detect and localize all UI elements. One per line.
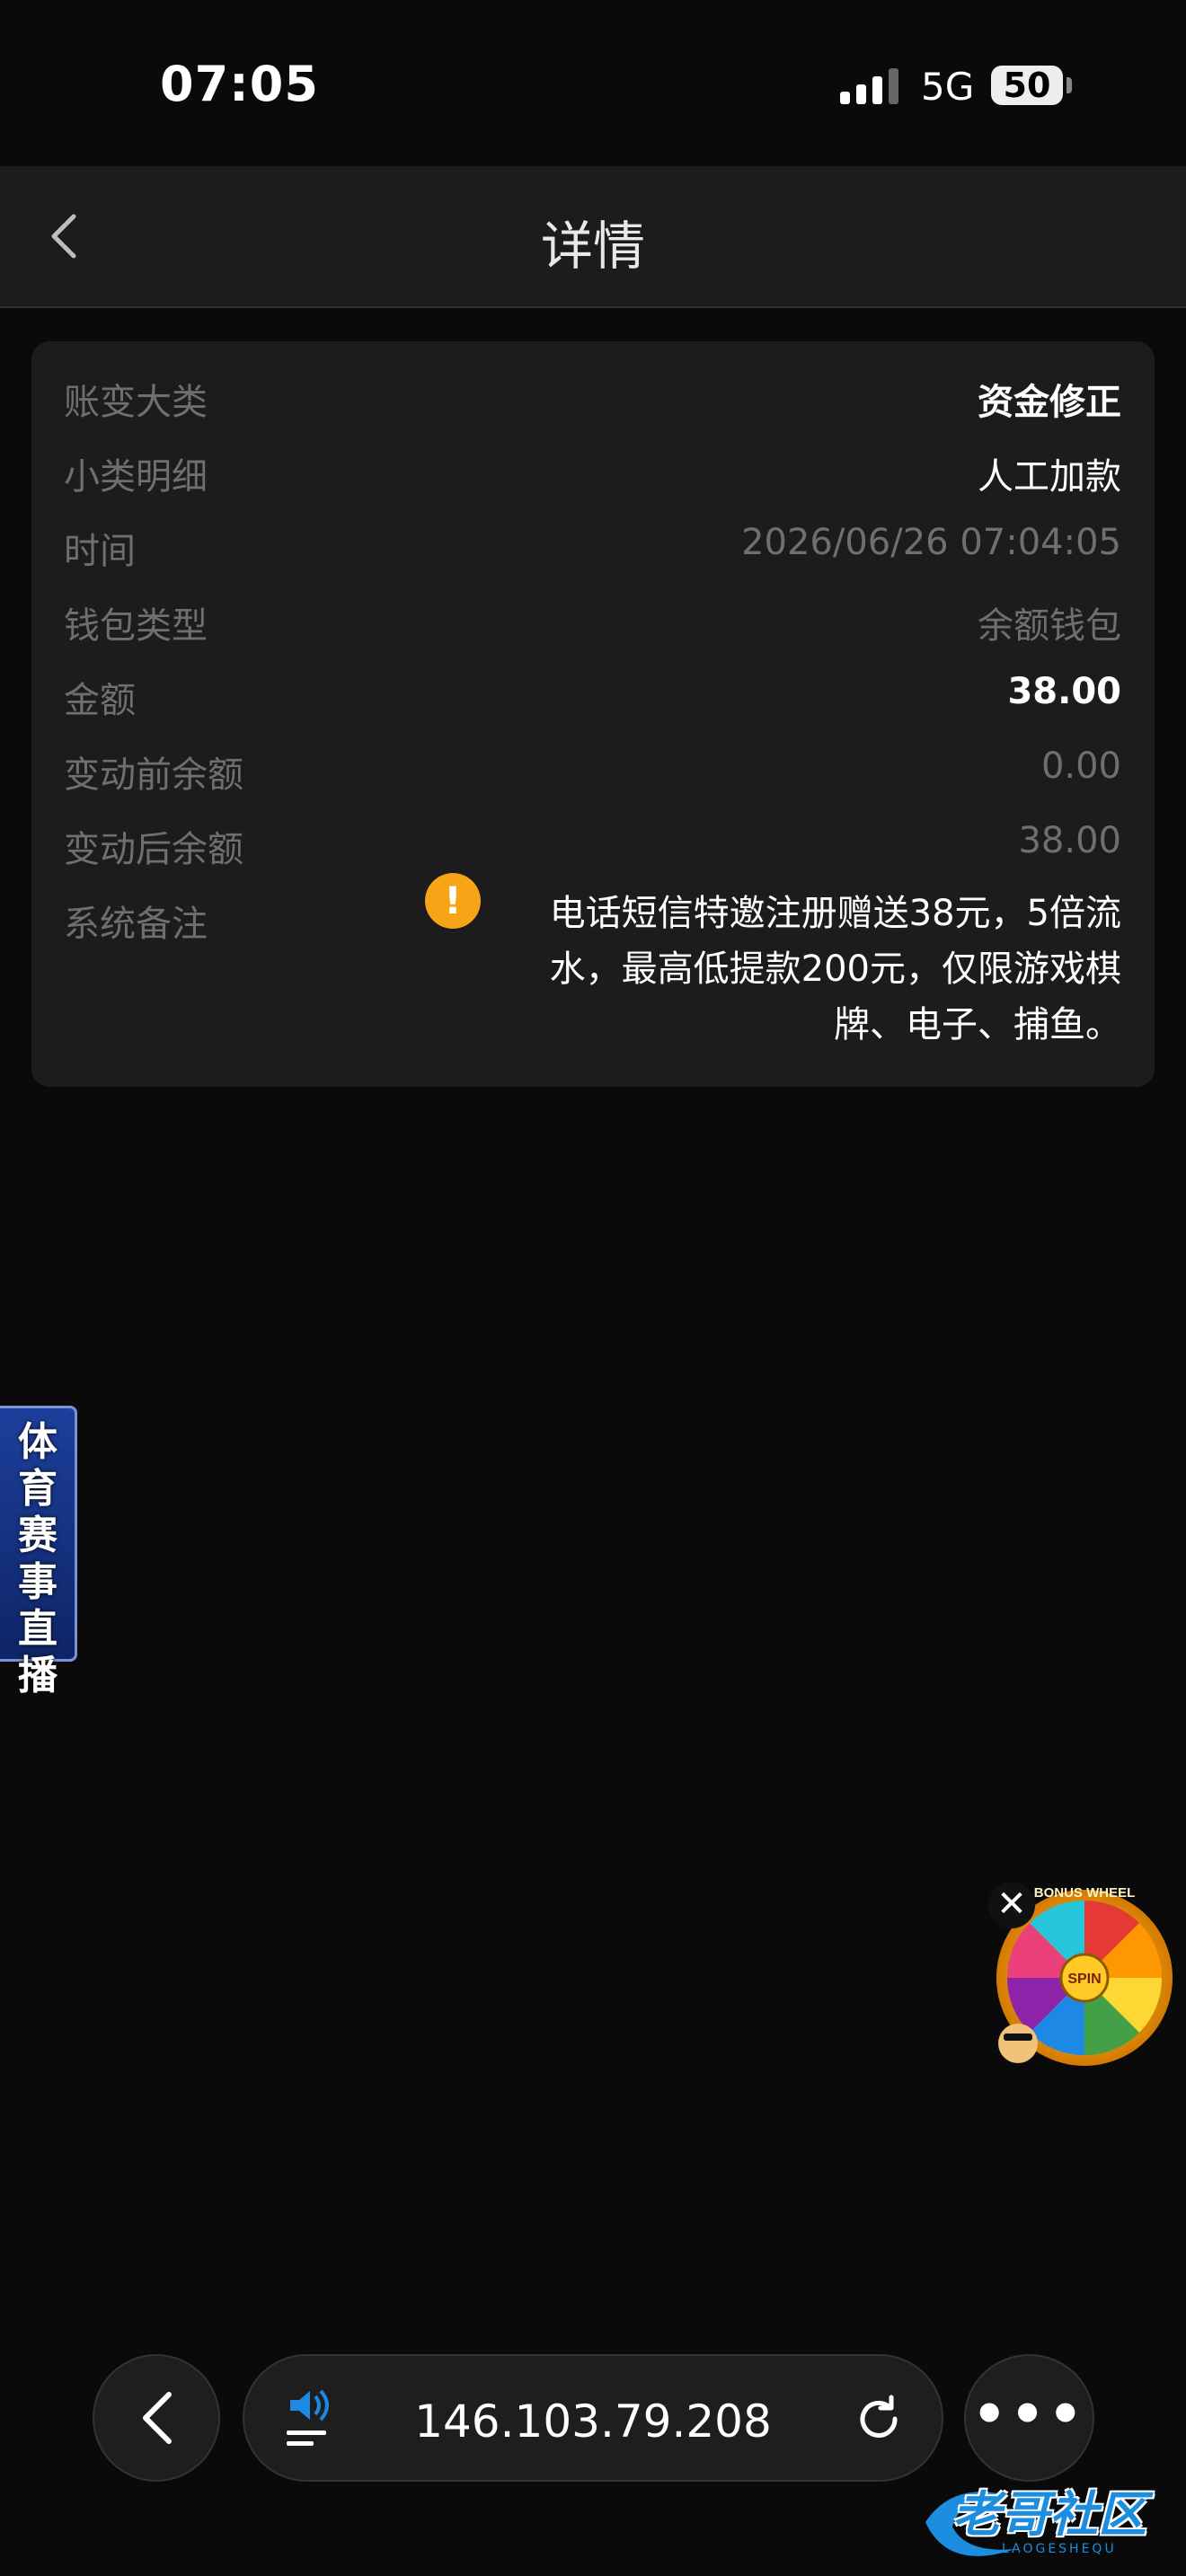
- battery-icon: 50: [991, 66, 1063, 105]
- row-balance-after: 变动后余额 38.00: [64, 820, 1121, 874]
- row-value: 38.00: [1018, 820, 1121, 861]
- watermark-subtext: LAOGESHEQU: [1002, 2542, 1117, 2556]
- signal-icon: [840, 68, 898, 104]
- row-label: 时间: [64, 531, 136, 572]
- status-time: 07:05: [160, 56, 319, 112]
- row-label: 变动前余额: [64, 754, 243, 796]
- more-button[interactable]: •••: [964, 2354, 1094, 2482]
- row-label: 变动后余额: [64, 829, 243, 870]
- status-bar: 07:05 5G 50: [0, 0, 1186, 166]
- row-wallet: 钱包类型 余额钱包: [64, 596, 1121, 650]
- row-label: 系统备注: [64, 904, 208, 945]
- watermark-text: 老哥社区: [952, 2486, 1146, 2543]
- row-value: 38.00: [1007, 671, 1121, 712]
- address-bar[interactable]: 146.103.79.208: [243, 2354, 943, 2482]
- back-chevron-icon: [143, 2392, 172, 2444]
- row-system-note: 系统备注 ! 电话短信特邀注册赠送38元，5倍流 水，最高低提款200元，仅限游…: [64, 873, 1121, 1074]
- more-icon: •••: [971, 2383, 1087, 2446]
- row-value: 2026/06/26 07:04:05: [741, 522, 1121, 563]
- note-line: 电话短信特邀注册赠送38元，5倍流: [549, 893, 1121, 934]
- system-note-text: 电话短信特邀注册赠送38元，5倍流 水，最高低提款200元，仅限游戏棋 牌、电子…: [528, 886, 1121, 1053]
- row-value: 资金修正: [978, 382, 1121, 423]
- sports-banner-text: 体育赛事直播: [18, 1419, 58, 1698]
- wheel-top-label: BONUS WHEEL: [1034, 1885, 1136, 1901]
- row-amount: 金额 38.00: [64, 671, 1121, 725]
- row-balance-before: 变动前余额 0.00: [64, 745, 1121, 799]
- wheel-center-label: SPIN: [1067, 1972, 1101, 1987]
- row-time: 时间 2026/06/26 07:04:05: [64, 522, 1121, 576]
- battery-tip: [1067, 77, 1072, 93]
- row-label: 小类明细: [64, 456, 208, 498]
- warning-icon[interactable]: !: [425, 873, 481, 929]
- row-value: 余额钱包: [978, 605, 1121, 647]
- network-type: 5G: [921, 65, 975, 109]
- close-icon[interactable]: ✕: [988, 1882, 1035, 1928]
- row-label: 钱包类型: [64, 605, 208, 647]
- row-label: 金额: [64, 680, 136, 721]
- note-line: 牌、电子、捕鱼。: [834, 1004, 1121, 1045]
- row-value: 0.00: [1040, 745, 1121, 787]
- note-line: 水，最高低提款200元，仅限游戏棋: [549, 948, 1121, 990]
- address-text: 146.103.79.208: [414, 2395, 772, 2448]
- page-title: 详情: [540, 216, 645, 277]
- row-category: 账变大类 资金修正: [64, 373, 1121, 427]
- browser-back-button[interactable]: [93, 2354, 220, 2482]
- reload-icon[interactable]: [852, 2392, 906, 2446]
- nav-header: 详情: [0, 166, 1186, 308]
- detail-card: 账变大类 资金修正 小类明细 人工加款 时间 2026/06/26 07:04:…: [31, 341, 1155, 1087]
- sports-live-banner[interactable]: 体育赛事直播: [0, 1406, 77, 1698]
- row-subcategory: 小类明细 人工加款: [64, 447, 1121, 501]
- row-label: 账变大类: [64, 382, 208, 423]
- row-value: 人工加款: [978, 456, 1121, 498]
